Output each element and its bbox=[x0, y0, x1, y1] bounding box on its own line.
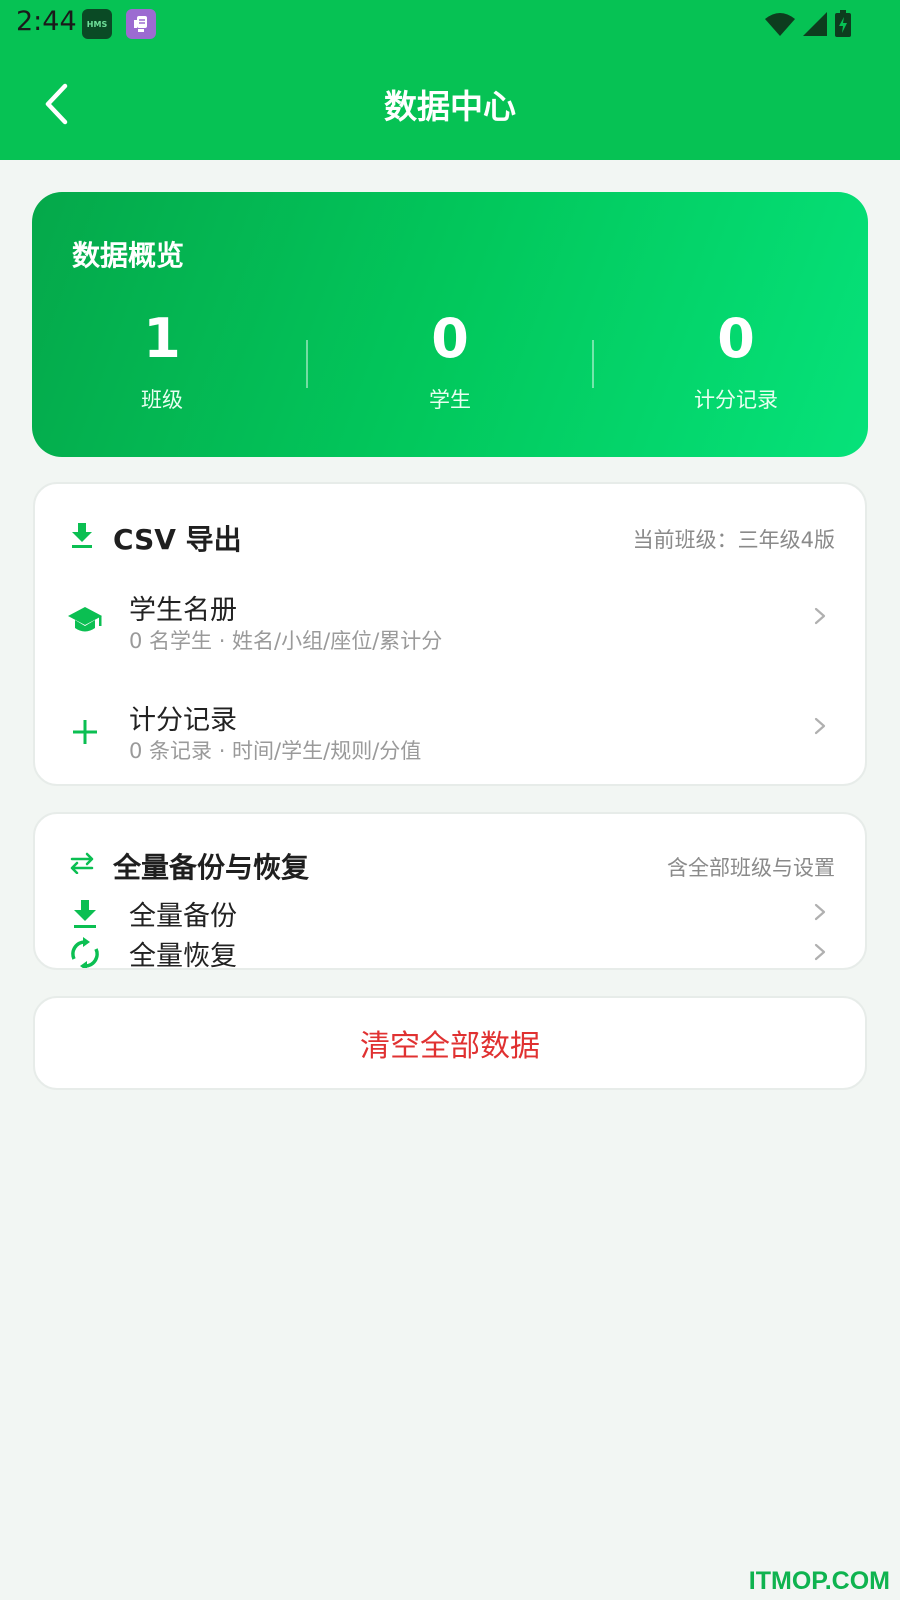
overview-title: 数据概览 bbox=[72, 239, 185, 272]
chevron-right-icon bbox=[814, 903, 826, 921]
stat-classes: 1 班级 bbox=[32, 312, 292, 414]
row-title: 全量备份 bbox=[129, 901, 237, 932]
stat-divider bbox=[306, 340, 308, 388]
overview-card: 数据概览 1 班级 0 学生 0 计分记录 bbox=[32, 192, 868, 457]
stat-divider bbox=[592, 340, 594, 388]
stat-label: 计分记录 bbox=[694, 388, 778, 412]
download-icon bbox=[67, 520, 97, 550]
row-title: 全量恢复 bbox=[129, 941, 237, 970]
graduation-cap-icon bbox=[65, 600, 105, 640]
csv-export-card: CSV 导出 当前班级：三年级4版 学生名册 0 名学生 · 姓名/小组/座位/… bbox=[33, 482, 867, 786]
voice-assistant-icon bbox=[126, 9, 156, 39]
stat-value: 1 bbox=[143, 307, 181, 370]
clear-all-data-label: 清空全部数据 bbox=[360, 1029, 540, 1064]
export-student-roster[interactable]: 学生名册 0 名学生 · 姓名/小组/座位/累计分 bbox=[35, 580, 865, 680]
hms-icon: HMS bbox=[82, 9, 112, 39]
full-backup-title: 全量备份与恢复 bbox=[113, 851, 310, 884]
chevron-right-icon bbox=[814, 607, 826, 625]
wifi-icon bbox=[765, 13, 795, 36]
refresh-icon bbox=[65, 934, 105, 968]
chevron-right-icon bbox=[814, 717, 826, 735]
signal-icon bbox=[803, 12, 827, 36]
export-score-records[interactable]: 计分记录 0 条记录 · 时间/学生/规则/分值 bbox=[35, 692, 865, 782]
plus-icon bbox=[65, 712, 105, 752]
row-subtitle: 0 条记录 · 时间/学生/规则/分值 bbox=[129, 739, 422, 763]
chevron-right-icon bbox=[814, 943, 826, 961]
backup-scope-note: 含全部班级与设置 bbox=[667, 856, 835, 880]
watermark: ITMOP.COM bbox=[748, 1567, 890, 1595]
stat-value: 0 bbox=[431, 307, 469, 370]
row-title: 学生名册 bbox=[129, 595, 237, 626]
stat-students: 0 学生 bbox=[320, 312, 580, 414]
csv-export-title: CSV 导出 bbox=[113, 523, 242, 556]
current-class-note: 当前班级：三年级4版 bbox=[632, 528, 835, 552]
clear-all-data-button[interactable]: 清空全部数据 bbox=[33, 996, 867, 1090]
full-backup-card: 全量备份与恢复 含全部班级与设置 全量备份 全量恢复 bbox=[33, 812, 867, 970]
battery-icon bbox=[835, 10, 851, 37]
page-title: 数据中心 bbox=[384, 87, 516, 126]
stat-value: 0 bbox=[717, 307, 755, 370]
full-restore-row[interactable]: 全量恢复 bbox=[35, 932, 865, 970]
row-subtitle: 0 名学生 · 姓名/小组/座位/累计分 bbox=[129, 629, 443, 653]
stat-label: 学生 bbox=[429, 388, 471, 412]
full-backup-row[interactable]: 全量备份 bbox=[35, 892, 865, 932]
row-title: 计分记录 bbox=[129, 705, 237, 736]
app-bar: 2:44 HMS 数据中心 bbox=[0, 0, 900, 160]
stat-label: 班级 bbox=[141, 388, 183, 412]
stat-score-records: 0 计分记录 bbox=[606, 312, 866, 414]
swap-arrows-icon bbox=[67, 848, 97, 878]
download-icon bbox=[65, 894, 105, 934]
status-time: 2:44 bbox=[16, 6, 77, 37]
status-bar: 2:44 HMS bbox=[0, 0, 900, 48]
